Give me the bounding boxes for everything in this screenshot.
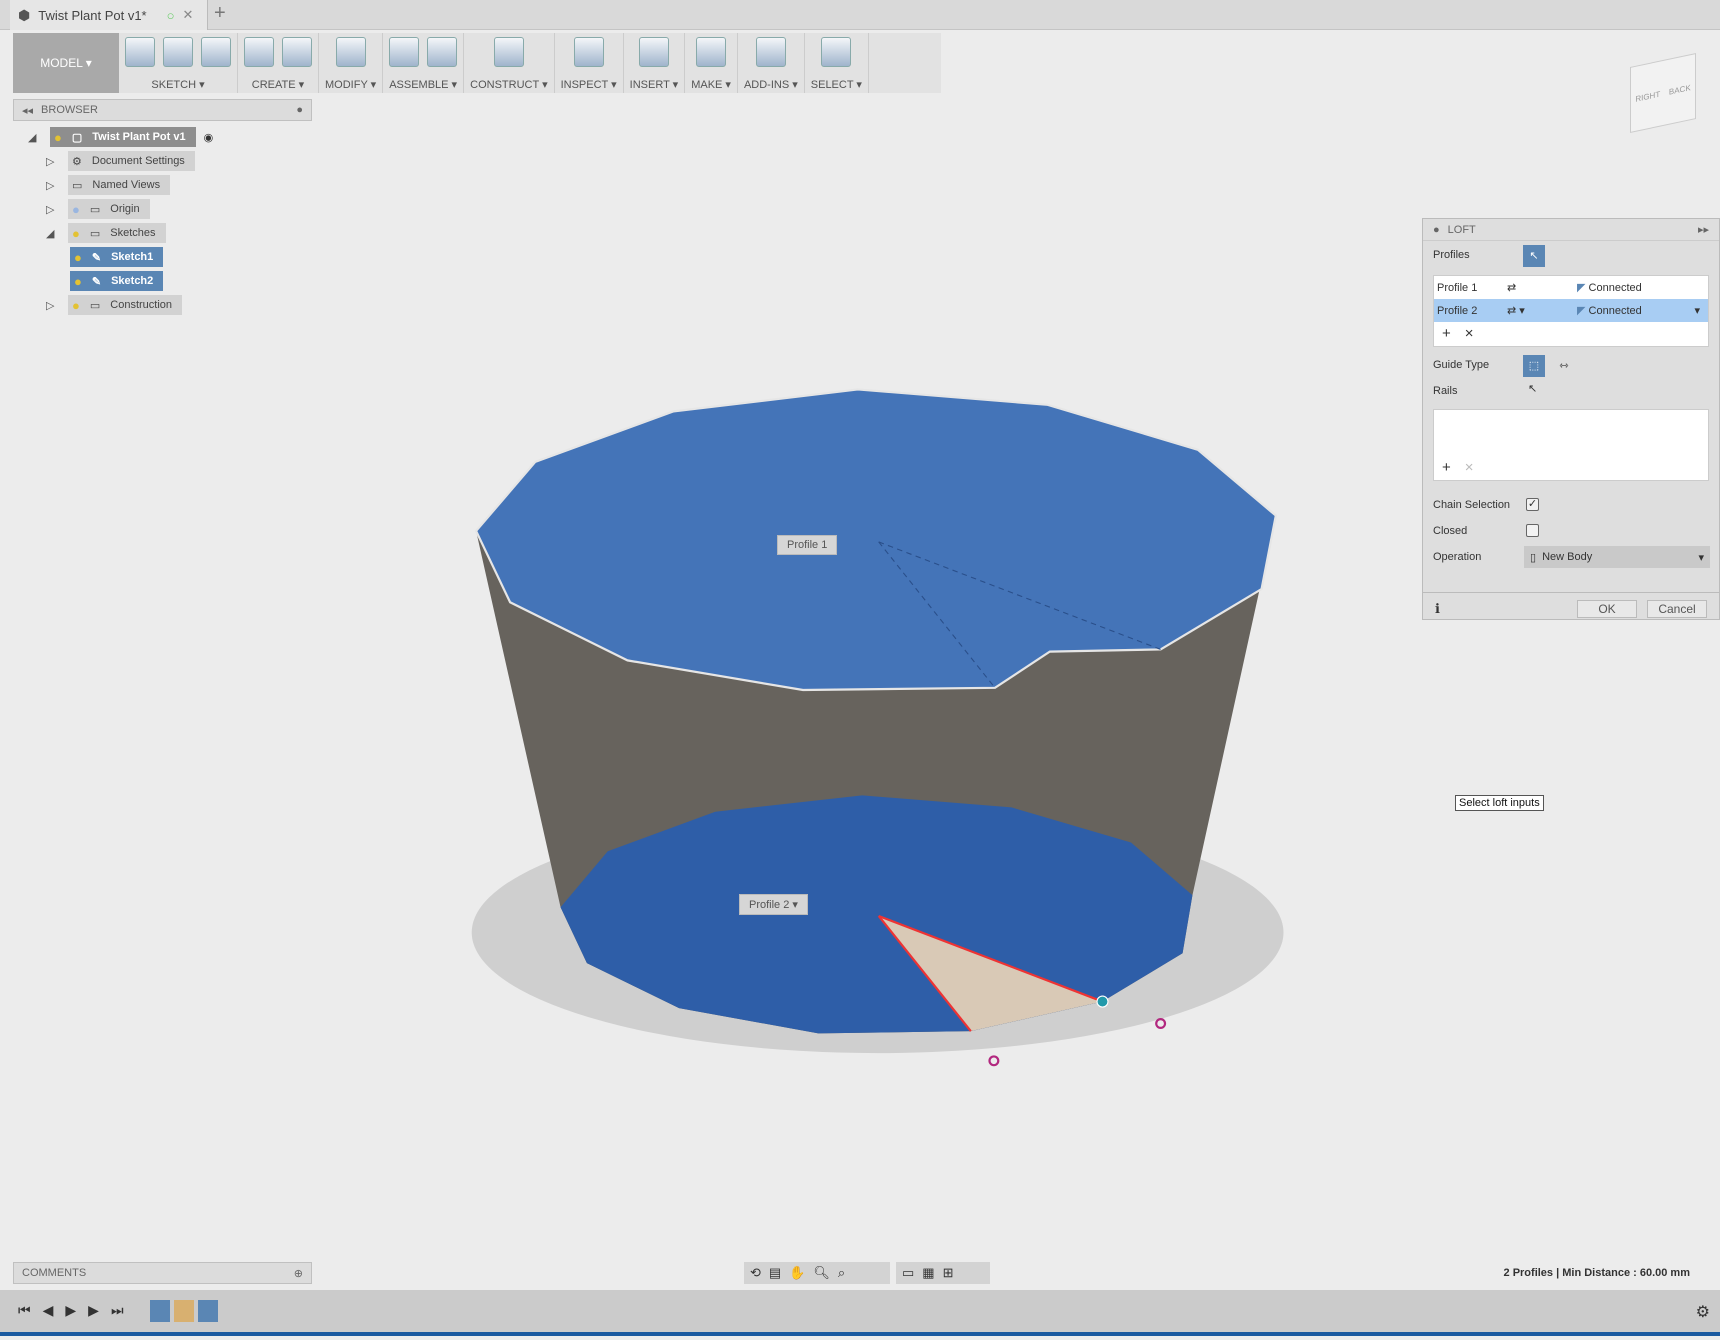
selected-point[interactable] bbox=[1096, 995, 1109, 1008]
timeline-plane[interactable] bbox=[174, 1300, 194, 1322]
new-body-icon: ▯ bbox=[1530, 551, 1537, 564]
gear-icon[interactable]: ⚙ bbox=[1696, 1302, 1710, 1322]
rails-list: + × bbox=[1433, 409, 1709, 481]
comments-panel[interactable]: COMMENTS ⊕ bbox=[13, 1262, 312, 1284]
closed-checkbox[interactable] bbox=[1526, 524, 1539, 537]
operation-label: Operation bbox=[1433, 551, 1482, 563]
centerline-guide-button[interactable]: ⇿ bbox=[1553, 355, 1575, 377]
direction-icon[interactable]: ⇄ bbox=[1507, 281, 1577, 294]
end-condition[interactable]: Connected bbox=[1589, 305, 1642, 317]
operation-value: New Body bbox=[1542, 551, 1593, 563]
step-forward-icon[interactable]: ▶ bbox=[88, 1302, 99, 1319]
timeline-bar: ⏮ ◀ ▶ ▶ ⏭ ⚙ bbox=[0, 1290, 1720, 1336]
profile1-face[interactable] bbox=[474, 388, 1278, 692]
closed-label: Closed bbox=[1433, 525, 1468, 537]
viewport-canvas[interactable] bbox=[0, 0, 1720, 1340]
grid-icon[interactable]: ▦ bbox=[922, 1265, 934, 1281]
rails-label: Rails bbox=[1433, 385, 1458, 397]
look-at-icon[interactable]: ▤ bbox=[769, 1265, 781, 1281]
display-settings-icon[interactable]: ▭ bbox=[902, 1265, 914, 1281]
profile1-label[interactable]: Profile 1 bbox=[777, 535, 838, 555]
display-toolbar: ▭ ▦ ⊞ bbox=[896, 1262, 990, 1284]
cancel-button[interactable]: Cancel bbox=[1647, 600, 1707, 618]
profile-name: Profile 1 bbox=[1437, 281, 1478, 294]
connected-icon: ◤ bbox=[1577, 282, 1586, 294]
loft-dialog: ● LOFT ▸▸ Profiles ↖ Profile 1 ⇄ ◤ Connected… bbox=[1422, 218, 1720, 620]
navigation-toolbar: ⟲ ▤ ✋ 🔍︎ ⌕ bbox=[744, 1262, 890, 1284]
profiles-list: Profile 1 ⇄ ◤ Connected Profile 2 ⇄ ▾ ◤ Conn… bbox=[1433, 275, 1709, 347]
zoom-icon[interactable]: 🔍︎ bbox=[813, 1265, 830, 1281]
fit-icon[interactable]: ⌕ bbox=[838, 1265, 845, 1281]
profile-row[interactable]: Profile 2 ⇄ ▾ ◤ Connected ▾ bbox=[1434, 299, 1708, 322]
chevron-down-icon: ▾ bbox=[1698, 551, 1704, 564]
pan-icon[interactable]: ✋ bbox=[789, 1265, 805, 1281]
operation-dropdown[interactable]: ▯ New Body ▾ bbox=[1524, 546, 1710, 568]
chevron-down-icon[interactable]: ▾ bbox=[1694, 304, 1700, 317]
end-condition[interactable]: Connected bbox=[1589, 282, 1642, 294]
direction-icon[interactable]: ⇄ ▾ bbox=[1507, 304, 1577, 317]
profile2-label[interactable]: Profile 2 ▾ bbox=[739, 894, 808, 915]
remove-icon[interactable]: × bbox=[1465, 325, 1474, 342]
profile-name: Profile 2 bbox=[1437, 304, 1478, 317]
info-icon[interactable]: ℹ bbox=[1435, 601, 1440, 617]
remove-icon: × bbox=[1464, 459, 1474, 476]
chain-selection-checkbox[interactable]: ✓ bbox=[1526, 498, 1539, 511]
minus-circle-icon[interactable]: ● bbox=[1433, 224, 1440, 236]
viewports-icon[interactable]: ⊞ bbox=[943, 1265, 954, 1281]
handle-point[interactable] bbox=[988, 1055, 1000, 1067]
viewcube-right-face[interactable]: RIGHT bbox=[1635, 89, 1660, 103]
status-text: 2 Profiles | Min Distance : 60.00 mm bbox=[1503, 1267, 1690, 1279]
timeline-sketch2[interactable] bbox=[198, 1300, 218, 1322]
tooltip: Select loft inputs bbox=[1455, 795, 1544, 811]
view-cube[interactable]: RIGHT BACK bbox=[1630, 52, 1696, 134]
expand-icon[interactable]: ▸▸ bbox=[1698, 223, 1709, 236]
handle-point[interactable] bbox=[1155, 1018, 1167, 1029]
chain-selection-label: Chain Selection bbox=[1433, 499, 1511, 511]
go-to-end-icon[interactable]: ⏭ bbox=[111, 1302, 124, 1319]
step-back-icon[interactable]: ◀ bbox=[43, 1302, 54, 1319]
loft-title: LOFT bbox=[1447, 223, 1476, 236]
play-icon[interactable]: ▶ bbox=[65, 1302, 76, 1319]
profiles-select-button[interactable]: ↖ bbox=[1523, 245, 1545, 267]
profiles-label: Profiles bbox=[1433, 249, 1470, 261]
timeline-sketch1[interactable] bbox=[150, 1300, 170, 1322]
add-icon[interactable]: + bbox=[1442, 325, 1451, 342]
profile-row[interactable]: Profile 1 ⇄ ◤ Connected bbox=[1434, 276, 1708, 299]
ok-button[interactable]: OK bbox=[1577, 600, 1637, 618]
rails-guide-button[interactable]: ⬚ bbox=[1523, 355, 1545, 377]
orbit-icon[interactable]: ⟲ bbox=[750, 1265, 761, 1281]
guide-type-label: Guide Type bbox=[1433, 359, 1490, 371]
add-comment-icon[interactable]: ⊕ bbox=[294, 1267, 303, 1280]
connected-icon: ◤ bbox=[1577, 305, 1586, 317]
add-icon[interactable]: + bbox=[1442, 459, 1451, 476]
viewcube-back-face[interactable]: BACK bbox=[1669, 83, 1691, 97]
select-cursor-icon[interactable]: ↖ bbox=[1528, 382, 1537, 395]
go-to-start-icon[interactable]: ⏮ bbox=[18, 1302, 31, 1319]
comments-title: COMMENTS bbox=[22, 1267, 87, 1279]
